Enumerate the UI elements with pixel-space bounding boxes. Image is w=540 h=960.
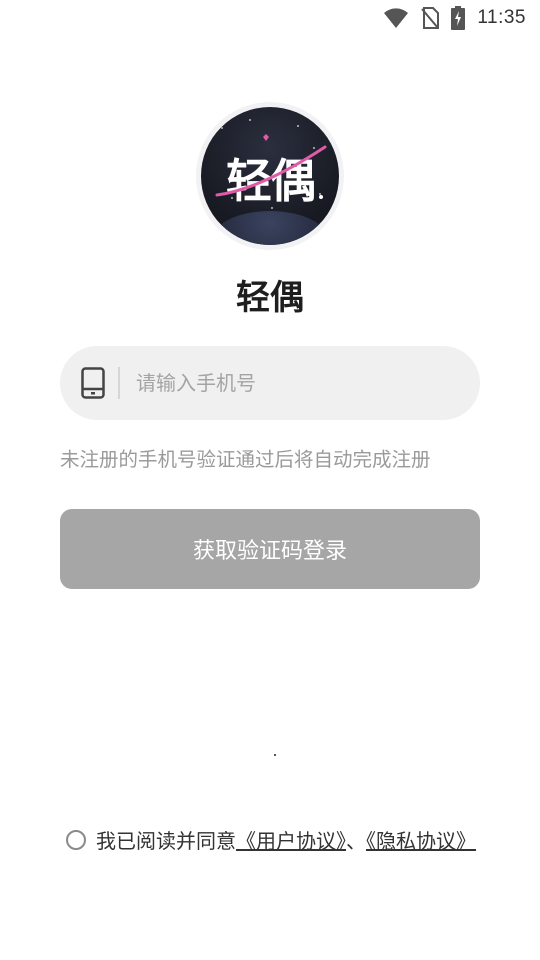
app-logo: 轻偶: [196, 102, 344, 250]
privacy-policy-link[interactable]: 《隐私协议》: [366, 829, 476, 853]
no-sim-icon: [421, 7, 440, 29]
agreement-separator: 、: [346, 829, 366, 853]
status-bar: 11:35: [0, 0, 540, 36]
phone-field[interactable]: [60, 346, 480, 420]
registration-hint: 未注册的手机号验证通过后将自动完成注册: [60, 448, 431, 471]
status-icons: 11:35: [383, 6, 526, 30]
loading-dot: [274, 754, 276, 756]
wifi-icon: [383, 7, 409, 29]
agree-radio[interactable]: [66, 830, 86, 850]
get-code-login-button[interactable]: 获取验证码登录: [60, 509, 480, 589]
status-time: 11:35: [477, 7, 526, 28]
battery-charging-icon: [451, 6, 466, 30]
field-divider: [118, 367, 120, 399]
orbit-ring-icon: [215, 134, 327, 199]
app-title: 轻偶: [236, 278, 304, 318]
phone-icon: [80, 366, 106, 400]
logo-image: 轻偶: [201, 107, 339, 245]
agreement-prefix: 我已阅读并同意: [96, 829, 236, 853]
agreement-text: 我已阅读并同意《用户协议》、《隐私协议》: [96, 826, 486, 856]
phone-input[interactable]: [134, 370, 458, 396]
user-agreement-link[interactable]: 《用户协议》: [236, 829, 346, 853]
